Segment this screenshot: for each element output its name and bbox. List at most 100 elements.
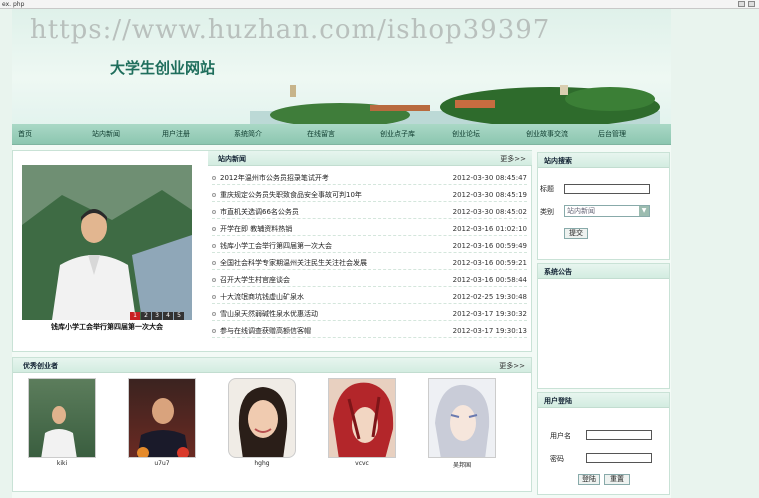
news-row[interactable]: 雪山泉天然弱碱性泉水优惠活动 2012-03-17 19:30:32 <box>212 308 527 321</box>
bullet-icon <box>212 193 216 197</box>
username-input[interactable] <box>586 430 652 440</box>
entrepreneur-name[interactable]: hghg <box>228 460 296 467</box>
slide-page-1[interactable]: 1 <box>130 312 140 320</box>
search-category-select[interactable]: 站内新闻 ▼ <box>564 205 650 217</box>
minimize-icon[interactable] <box>738 1 745 7</box>
bullet-icon <box>212 295 216 299</box>
man-portrait-icon[interactable] <box>28 378 96 458</box>
news-row[interactable]: 开学在即 教辅资料热销 2012-03-16 01:02:10 <box>212 223 527 236</box>
news-title[interactable]: 重庆规定公务员失职致食品安全事故可判10年 <box>220 189 362 202</box>
news-date: 2012-03-30 08:45:02 <box>452 208 527 216</box>
search-panel: 站内搜索 标题 类别 站内新闻 ▼ 提交 <box>537 152 670 260</box>
news-date: 2012-02-25 19:30:48 <box>452 293 527 301</box>
nav-ideas[interactable]: 创业点子库 <box>380 129 415 139</box>
slideshow-caption[interactable]: 钱库小学工会举行第四届第一次大会 <box>22 322 192 332</box>
news-row[interactable]: 十大流氓商坑钱虚山矿泉水 2012-02-25 19:30:48 <box>212 291 527 304</box>
login-panel: 用户登陆 用户名 密码 登陆 重置 <box>537 392 670 495</box>
news-row[interactable]: 重庆规定公务员失职致食品安全事故可判10年 2012-03-30 08:45:19 <box>212 189 527 202</box>
page: https://www.huzhan.com/ishop39397 大学生创业网… <box>12 9 671 498</box>
entrepreneur-name[interactable]: vcvc <box>328 460 396 467</box>
man-portrait-icon[interactable] <box>128 378 196 458</box>
bullet-icon <box>212 329 216 333</box>
anime-red-hair-portrait-icon[interactable] <box>328 378 396 458</box>
announcement-panel: 系统公告 <box>537 263 670 389</box>
news-date: 2012-03-16 00:59:49 <box>452 242 527 250</box>
bullet-icon <box>212 261 216 265</box>
news-title[interactable]: 钱库小学工会举行第四届第一次大会 <box>220 240 332 253</box>
bullet-icon <box>212 227 216 231</box>
slideshow-pager: 1 2 3 4 5 <box>129 312 184 320</box>
news-row[interactable]: 召开大学生村官座谈会 2012-03-16 00:58:44 <box>212 274 527 287</box>
entrepreneurs-more-link[interactable]: 更多>> <box>499 361 525 371</box>
news-more-link[interactable]: 更多>> <box>500 154 526 164</box>
news-title[interactable]: 十大流氓商坑钱虚山矿泉水 <box>220 291 304 304</box>
close-icon[interactable] <box>748 1 755 7</box>
news-date: 2012-03-30 08:45:47 <box>452 174 527 182</box>
password-label: 密码 <box>550 455 564 463</box>
anime-white-hair-portrait-icon[interactable] <box>428 378 496 458</box>
news-heading: 站内新闻 <box>218 155 246 163</box>
nav-register[interactable]: 用户注册 <box>162 129 190 139</box>
chevron-down-icon[interactable]: ▼ <box>639 206 649 216</box>
news-row[interactable]: 钱库小学工会举行第四届第一次大会 2012-03-16 00:59:49 <box>212 240 527 253</box>
announcement-header: 系统公告 <box>538 264 669 279</box>
nav-forum[interactable]: 创业论坛 <box>452 129 480 139</box>
entrepreneur-name[interactable]: kiki <box>28 460 96 467</box>
bullet-icon <box>212 278 216 282</box>
entrepreneur-card[interactable]: vcvc <box>328 378 396 467</box>
island-landscape-image <box>250 85 660 124</box>
woman-portrait-icon[interactable] <box>228 378 296 458</box>
news-row[interactable]: 市直机关选调66名公务员 2012-03-30 08:45:02 <box>212 206 527 219</box>
search-category-value: 站内新闻 <box>567 207 595 215</box>
watermark: https://www.huzhan.com/ishop39397 <box>30 15 551 45</box>
login-header: 用户登陆 <box>538 393 669 408</box>
search-submit-button[interactable]: 提交 <box>564 228 588 239</box>
entrepreneur-card[interactable]: u7u7 <box>128 378 196 467</box>
news-title[interactable]: 开学在即 教辅资料热销 <box>220 223 292 236</box>
slide-page-3[interactable]: 3 <box>152 312 162 320</box>
nav-home[interactable]: 首页 <box>18 129 32 139</box>
news-date: 2012-03-16 00:59:21 <box>452 259 527 267</box>
news-date: 2012-03-30 08:45:19 <box>452 191 527 199</box>
nav-about[interactable]: 系统简介 <box>234 129 262 139</box>
news-date: 2012-03-16 00:58:44 <box>452 276 527 284</box>
entrepreneur-card[interactable]: hghg <box>228 378 296 467</box>
search-title-label: 标题 <box>540 185 554 193</box>
search-title-input[interactable] <box>564 184 650 194</box>
news-title[interactable]: 参与在线调查获赠高额信客帽 <box>220 325 311 338</box>
login-button[interactable]: 登陆 <box>578 474 600 485</box>
news-title[interactable]: 2012年温州市公务员招录笔试开考 <box>220 172 329 185</box>
nav-site-news[interactable]: 站内新闻 <box>92 129 120 139</box>
bullet-icon <box>212 312 216 316</box>
news-row[interactable]: 参与在线调查获赠高额信客帽 2012-03-17 19:30:13 <box>212 325 527 338</box>
man-portrait-icon <box>22 165 192 320</box>
nav-guestbook[interactable]: 在线留言 <box>307 129 335 139</box>
window-title: ex. php <box>2 1 25 8</box>
slideshow-image[interactable]: 1 2 3 4 5 <box>22 165 192 320</box>
slide-page-4[interactable]: 4 <box>163 312 173 320</box>
entrepreneur-card[interactable]: kiki <box>28 378 96 467</box>
entrepreneurs-heading: 优秀创业者 <box>23 362 58 370</box>
news-row[interactable]: 2012年温州市公务员招录笔试开考 2012-03-30 08:45:47 <box>212 172 527 185</box>
news-title[interactable]: 召开大学生村官座谈会 <box>220 274 290 287</box>
reset-button[interactable]: 重置 <box>604 474 630 485</box>
slide-page-5[interactable]: 5 <box>174 312 184 320</box>
news-title[interactable]: 雪山泉天然弱碱性泉水优惠活动 <box>220 308 318 321</box>
nav-stories[interactable]: 创业故事交流 <box>526 129 568 139</box>
news-row[interactable]: 全国社会科学专家期温州关注民生关注社会发展 2012-03-16 00:59:21 <box>212 257 527 270</box>
entrepreneur-name[interactable]: 吴邦国 <box>428 460 496 469</box>
entrepreneur-card[interactable]: 吴邦国 <box>428 378 496 469</box>
news-title[interactable]: 市直机关选调66名公务员 <box>220 206 299 219</box>
search-header: 站内搜索 <box>538 153 669 168</box>
nav-admin[interactable]: 后台管理 <box>598 129 626 139</box>
bullet-icon <box>212 176 216 180</box>
news-date: 2012-03-16 01:02:10 <box>452 225 527 233</box>
slide-page-2[interactable]: 2 <box>141 312 151 320</box>
news-header: 站内新闻 更多>> <box>208 151 532 166</box>
bullet-icon <box>212 244 216 248</box>
entrepreneur-name[interactable]: u7u7 <box>128 460 196 467</box>
password-input[interactable] <box>586 453 652 463</box>
bullet-icon <box>212 210 216 214</box>
announcement-heading: 系统公告 <box>544 268 572 276</box>
news-title[interactable]: 全国社会科学专家期温州关注民生关注社会发展 <box>220 257 367 270</box>
